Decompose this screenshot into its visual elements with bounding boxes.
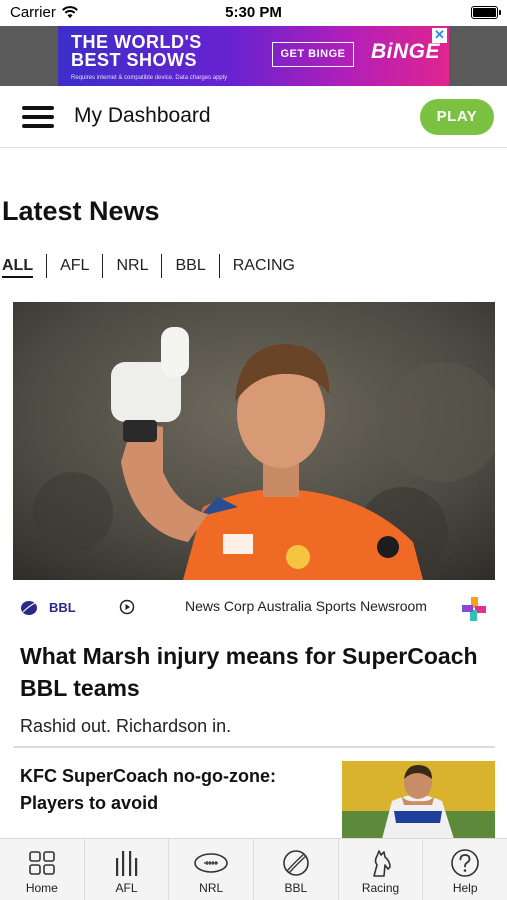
ad-fine-print: Requires internet & compatible device. D…	[71, 75, 228, 81]
filter-tab-all[interactable]: ALL	[0, 254, 46, 278]
second-article-thumbnail[interactable]	[342, 761, 495, 839]
ad-cta-button[interactable]: GET BINGE	[272, 42, 354, 67]
article-category[interactable]: BBL	[49, 600, 76, 615]
hamburger-menu-icon[interactable]	[22, 106, 54, 128]
filter-tab-bbl[interactable]: BBL	[161, 254, 218, 278]
tab-afl-label: AFL	[115, 881, 138, 895]
tab-home[interactable]: Home	[0, 839, 85, 900]
filter-tab-nrl[interactable]: NRL	[102, 254, 161, 278]
featured-article-summary: Rashid out. Richardson in.	[20, 716, 232, 736]
ad-strip: THE WORLD'S BEST SHOWS GET BINGE BiNGE R…	[0, 26, 507, 86]
cricket-ball-icon	[282, 849, 310, 877]
play-button[interactable]: PLAY	[420, 99, 494, 135]
filter-tab-label: RACING	[232, 257, 295, 274]
status-time: 5:30 PM	[225, 4, 282, 21]
article-source: News Corp Australia Sports Newsroom	[185, 598, 427, 614]
tab-afl[interactable]: AFL	[85, 839, 170, 900]
home-grid-icon	[28, 849, 56, 877]
help-icon	[450, 849, 480, 877]
featured-article-image[interactable]	[13, 302, 495, 580]
tab-bbl-label: BBL	[284, 881, 308, 895]
ad-brand-logo: BiNGE	[371, 40, 441, 63]
ad-headline: THE WORLD'S BEST SHOWS	[71, 33, 231, 69]
cricket-ball-icon	[21, 601, 37, 615]
news-filter-tabs: ALL AFL NRL BBL RACING	[0, 253, 308, 279]
afl-icon	[113, 849, 141, 877]
news-plus-icon	[462, 597, 486, 621]
battery-icon	[471, 6, 501, 19]
article-divider	[13, 746, 495, 748]
tab-help[interactable]: Help	[423, 839, 507, 900]
ad-close-icon[interactable]: ✕	[432, 28, 447, 43]
latest-news-heading: Latest News	[2, 196, 160, 226]
horse-icon	[368, 849, 394, 877]
tab-racing-label: Racing	[361, 881, 400, 895]
page-title: My Dashboard	[74, 104, 211, 127]
filter-tab-racing[interactable]: RACING	[218, 254, 308, 278]
tab-bbl[interactable]: BBL	[254, 839, 339, 900]
ad-headline-line2: BEST SHOWS	[71, 50, 198, 70]
filter-tab-afl[interactable]: AFL	[46, 254, 102, 278]
tab-help-label: Help	[452, 881, 478, 895]
bottom-tab-bar: Home AFL NRL BBL Racing Help	[0, 838, 507, 900]
tab-racing[interactable]: Racing	[339, 839, 424, 900]
status-bar: Carrier 5:30 PM	[0, 0, 507, 26]
ad-banner[interactable]: THE WORLD'S BEST SHOWS GET BINGE BiNGE R…	[58, 26, 449, 86]
play-video-icon	[119, 599, 135, 615]
app-header: My Dashboard PLAY	[0, 86, 507, 148]
filter-tab-label: BBL	[175, 257, 206, 274]
featured-article-title[interactable]: What Marsh injury means for SuperCoach B…	[20, 640, 490, 704]
filter-tab-label: AFL	[60, 257, 90, 274]
tab-nrl-label: NRL	[199, 881, 224, 895]
ad-headline-line1: THE WORLD'S	[71, 32, 202, 52]
nrl-football-icon	[193, 849, 229, 877]
featured-article-meta: BBL News Corp Australia Sports Newsroom	[13, 592, 495, 622]
tab-nrl[interactable]: NRL	[169, 839, 255, 900]
filter-tab-label: NRL	[116, 257, 149, 274]
second-article-title[interactable]: KFC SuperCoach no-go-zone: Players to av…	[20, 763, 320, 817]
tab-home-label: Home	[25, 881, 58, 895]
filter-tab-label: ALL	[2, 257, 34, 278]
